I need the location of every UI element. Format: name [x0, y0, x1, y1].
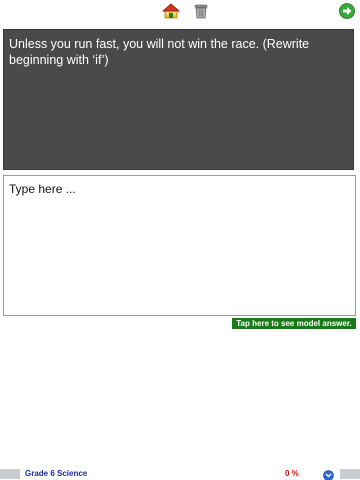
model-answer-button[interactable]: Tap here to see model answer. — [232, 318, 356, 329]
home-icon[interactable] — [161, 2, 181, 20]
footer-bar: Grade 6 Science 0 % — [0, 468, 360, 480]
progress-percent: 0 % — [285, 469, 299, 478]
answer-input[interactable] — [3, 175, 356, 316]
subject-label: Grade 6 Science — [25, 469, 88, 478]
footer-right-tab[interactable] — [340, 469, 360, 479]
footer-left-tab[interactable] — [0, 469, 20, 479]
trash-icon[interactable] — [192, 2, 210, 20]
next-arrow-icon[interactable] — [338, 2, 356, 20]
info-chevron-icon[interactable] — [323, 468, 334, 480]
question-text: Unless you run fast, you will not win th… — [9, 37, 310, 67]
top-toolbar — [0, 0, 360, 22]
question-panel: Unless you run fast, you will not win th… — [3, 29, 354, 170]
